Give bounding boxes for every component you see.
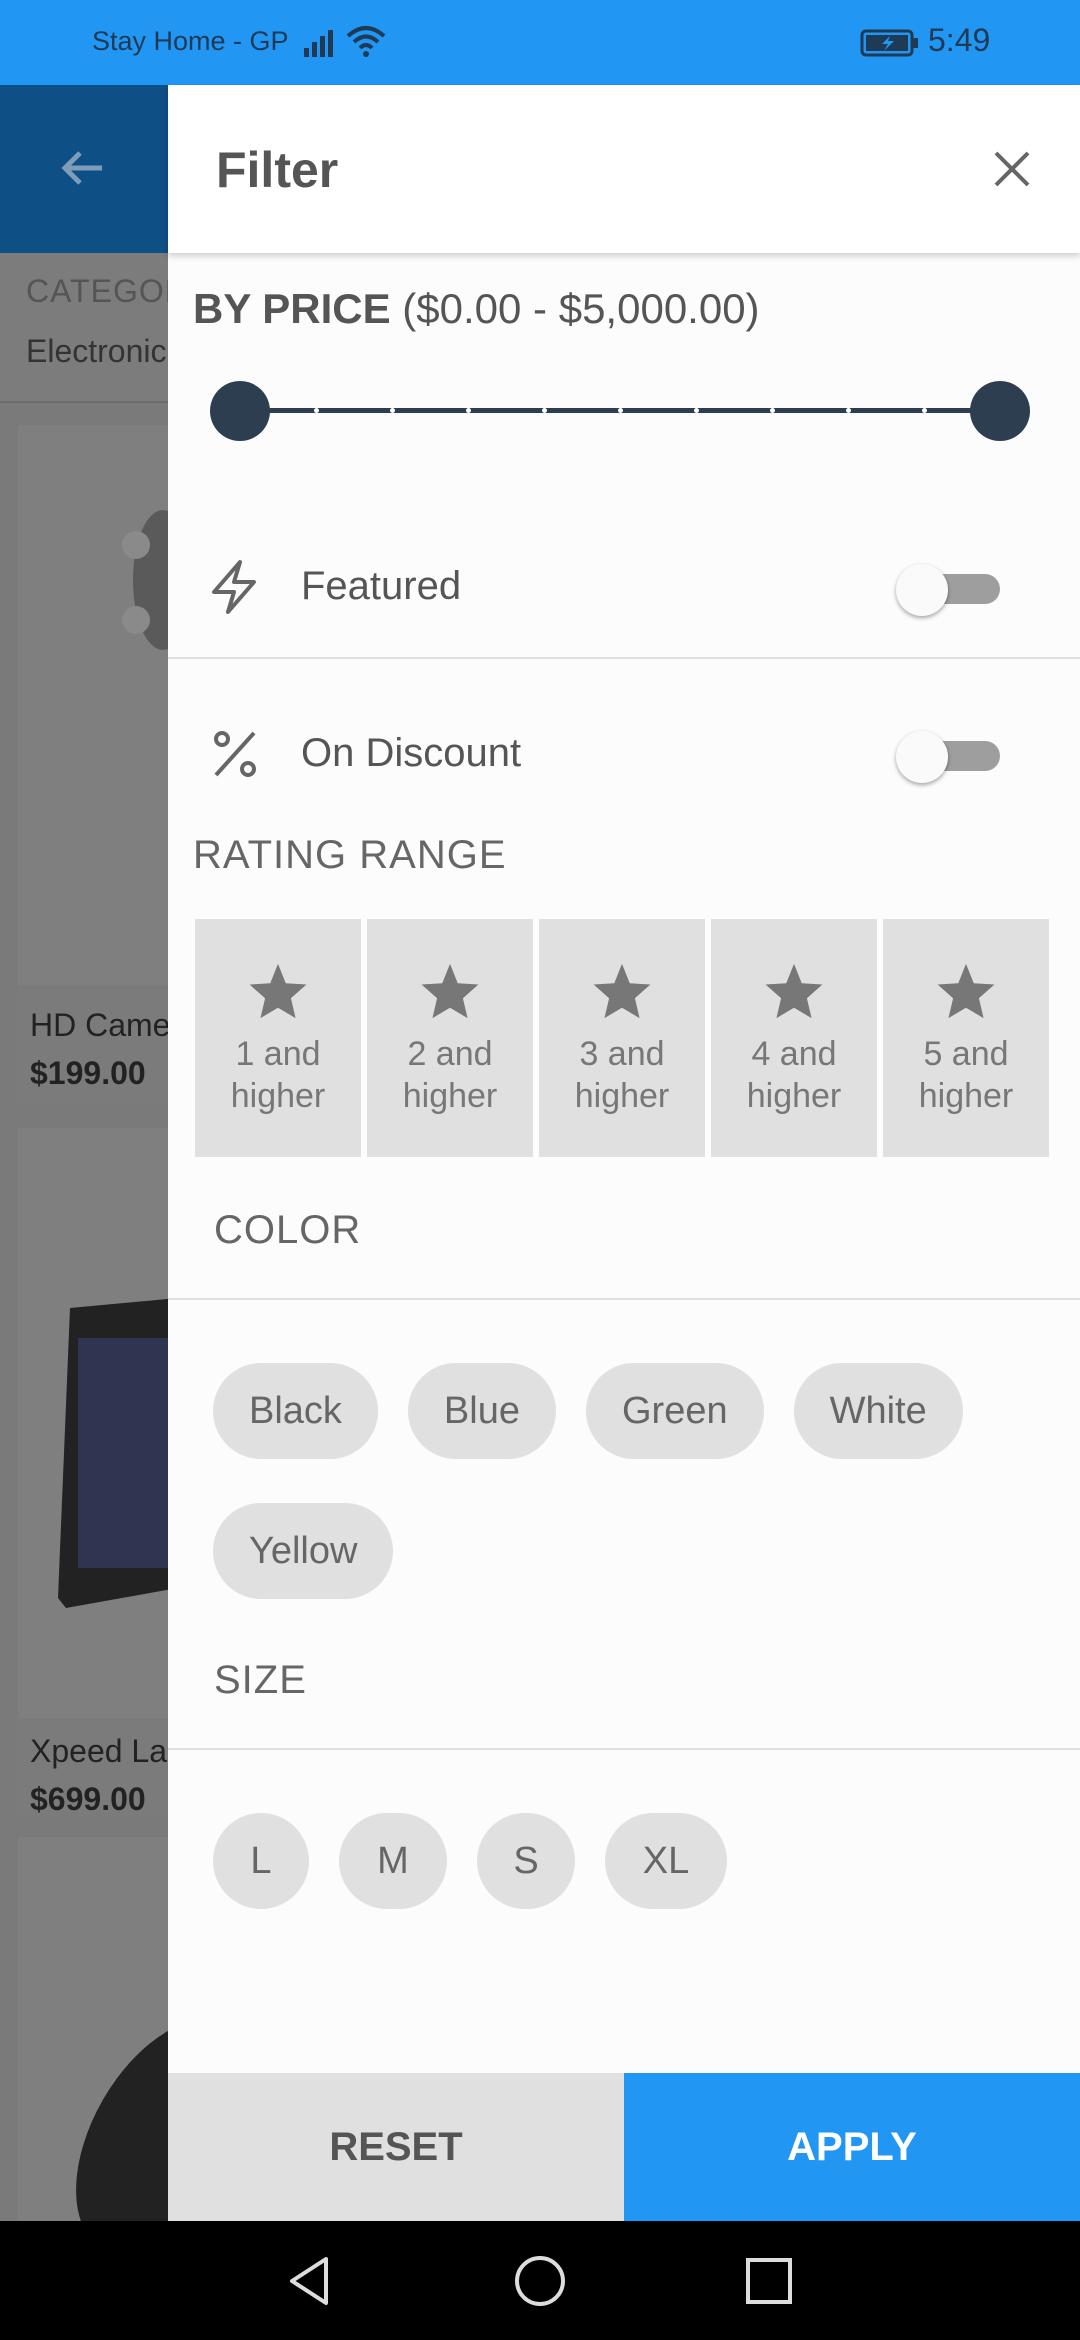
- slider-tick: [846, 408, 851, 413]
- size-chip-s[interactable]: S: [477, 1813, 575, 1909]
- filter-title: Filter: [216, 142, 339, 198]
- color-chip-yellow[interactable]: Yellow: [213, 1503, 394, 1599]
- camera-image-icon: [122, 510, 170, 650]
- slider-tick: [466, 408, 471, 413]
- color-chip-green[interactable]: Green: [585, 1363, 764, 1459]
- discount-row[interactable]: On Discount: [168, 677, 1080, 827]
- star-icon: [421, 963, 479, 1019]
- color-chip-blue[interactable]: Blue: [407, 1363, 556, 1459]
- size-chip-l[interactable]: L: [213, 1813, 309, 1909]
- signal-icon: [304, 30, 333, 57]
- category-value: Electronic: [26, 333, 167, 369]
- featured-toggle[interactable]: [896, 564, 1006, 616]
- rating-option-3[interactable]: 3 and higher: [539, 919, 705, 1157]
- navigation-bar: [0, 2221, 1080, 2340]
- product-price: $699.00: [30, 1781, 146, 1817]
- color-chip-black[interactable]: Black: [213, 1363, 378, 1459]
- filter-header: Filter: [168, 85, 1080, 253]
- featured-row[interactable]: Featured: [168, 510, 1080, 660]
- slider-tick: [922, 408, 927, 413]
- slider-tick: [694, 408, 699, 413]
- product-name: HD Came: [30, 1007, 170, 1043]
- home-nav-icon[interactable]: [512, 2253, 568, 2309]
- divider: [168, 1748, 1080, 1750]
- mouse-image-icon: [76, 2018, 170, 2221]
- product-price: $199.00: [30, 1055, 146, 1091]
- laptop-image-icon: [58, 1298, 170, 1608]
- reset-button[interactable]: RESET: [168, 2073, 624, 2221]
- color-chip-white[interactable]: White: [793, 1363, 963, 1459]
- price-section-title: BY PRICE ($0.00 - $5,000.00): [193, 285, 760, 333]
- battery-charging-icon: [860, 29, 918, 57]
- divider: [168, 657, 1080, 659]
- rating-option-2[interactable]: 2 and higher: [367, 919, 533, 1157]
- slider-tick: [770, 408, 775, 413]
- rating-option-5[interactable]: 5 and higher: [883, 919, 1049, 1157]
- slider-max-thumb[interactable]: [970, 381, 1030, 441]
- slider-tick: [618, 408, 623, 413]
- background-page[interactable]: CATEGOR Electronic HD Came $199.00 Xpeed…: [0, 85, 170, 2221]
- close-icon[interactable]: [988, 145, 1036, 193]
- discount-label: On Discount: [301, 731, 522, 775]
- star-icon: [937, 963, 995, 1019]
- size-chip-m[interactable]: M: [339, 1813, 447, 1909]
- product-image: [18, 425, 170, 985]
- percent-icon: [214, 731, 256, 777]
- wifi-icon: [346, 26, 386, 57]
- recents-nav-icon[interactable]: [741, 2253, 797, 2309]
- rating-option-1[interactable]: 1 and higher: [195, 919, 361, 1157]
- clock: 5:49: [928, 22, 991, 58]
- status-bar: Stay Home - GP 5:49: [0, 0, 1080, 85]
- apply-button[interactable]: APPLY: [624, 2073, 1080, 2221]
- carrier-name: Stay Home - GP: [92, 26, 289, 56]
- price-range-text: ($0.00 - $5,000.00): [402, 285, 760, 332]
- background-app-bar: [0, 85, 170, 253]
- product-card[interactable]: HD Came $199.00: [18, 425, 170, 1105]
- back-nav-icon[interactable]: [282, 2253, 338, 2309]
- rating-section-title: RATING RANGE: [193, 833, 507, 877]
- color-options: Black Blue Green White Yellow: [213, 1363, 1033, 1599]
- slider-tick: [314, 408, 319, 413]
- slider-min-thumb[interactable]: [210, 381, 270, 441]
- product-image: [18, 1128, 170, 1718]
- size-options: L M S XL: [213, 1813, 727, 1909]
- product-card[interactable]: Xpeed La $699.00: [18, 1128, 170, 1818]
- back-arrow-icon[interactable]: [58, 143, 108, 193]
- size-chip-xl[interactable]: XL: [605, 1813, 727, 1909]
- rating-option-4[interactable]: 4 and higher: [711, 919, 877, 1157]
- size-section-title: SIZE: [214, 1658, 307, 1702]
- rating-options: 1 and higher 2 and higher 3 and higher 4…: [195, 919, 1049, 1157]
- category-label: CATEGOR: [26, 273, 170, 309]
- divider: [168, 1298, 1080, 1300]
- price-range-slider[interactable]: [210, 381, 1030, 441]
- filter-drawer: Filter BY PRICE ($0.00 - $5,000.00) Feat…: [168, 85, 1080, 2221]
- star-icon: [249, 963, 307, 1019]
- slider-tick: [542, 408, 547, 413]
- star-icon: [593, 963, 651, 1019]
- star-icon: [765, 963, 823, 1019]
- discount-toggle[interactable]: [896, 731, 1006, 783]
- featured-label: Featured: [301, 564, 462, 608]
- bolt-icon: [212, 560, 256, 614]
- color-section-title: COLOR: [214, 1208, 362, 1252]
- filter-actions: RESET APPLY: [168, 2073, 1080, 2221]
- product-name: Xpeed La: [30, 1733, 168, 1769]
- product-card[interactable]: [18, 1837, 170, 2221]
- price-label: BY PRICE: [193, 285, 391, 332]
- background-category: CATEGOR Electronic: [0, 253, 170, 403]
- slider-tick: [390, 408, 395, 413]
- product-image: [18, 1837, 170, 2221]
